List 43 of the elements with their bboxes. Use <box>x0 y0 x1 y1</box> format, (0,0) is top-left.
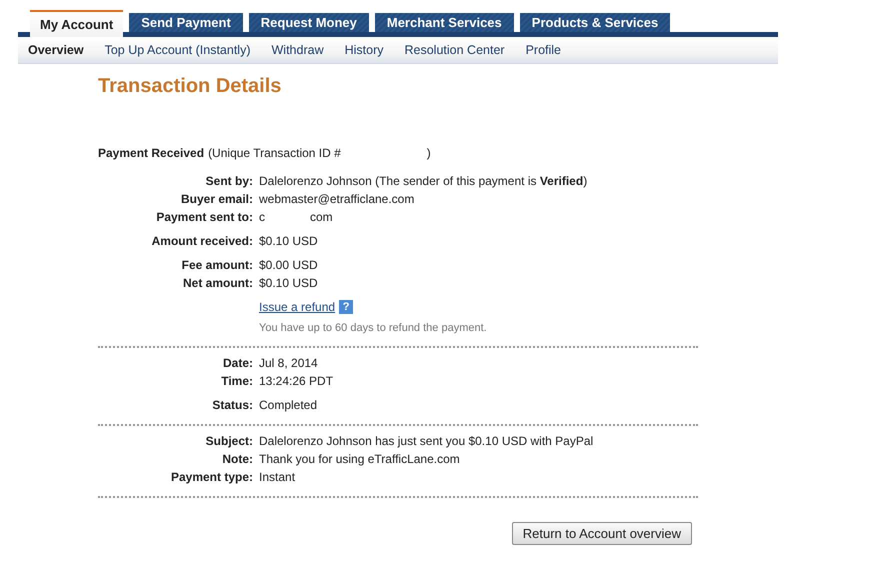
field-value: $0.10 USD <box>259 234 318 248</box>
field-label: Payment type: <box>170 470 254 484</box>
field-label: Payment sent to: <box>155 210 254 224</box>
field-label: Subject: <box>204 434 254 448</box>
field-value: $0.10 USD <box>259 276 318 290</box>
field-value: Completed <box>259 398 318 412</box>
subnav-link[interactable]: Withdraw <box>272 43 324 57</box>
subnav-link[interactable]: Resolution Center <box>404 43 505 57</box>
subnav-link[interactable]: Top Up Account (Instantly) <box>104 43 250 57</box>
field-label: Net amount: <box>182 276 254 290</box>
refund-link[interactable]: Issue a refund <box>259 300 336 314</box>
field-value: 13:24:26 PDT <box>259 374 334 388</box>
field-value: Instant <box>259 470 296 484</box>
field-value: com <box>310 210 333 224</box>
page-title: Transaction Details <box>98 75 282 98</box>
return-button[interactable]: Return to Account overview <box>512 522 692 545</box>
field-value: Jul 8, 2014 <box>259 356 318 370</box>
field-label: Amount received: <box>150 234 254 248</box>
field-label: Fee amount: <box>180 258 254 272</box>
nav-tab[interactable]: Products & Services <box>520 13 670 32</box>
field-value: Thank you for using eTrafficLane.com <box>259 452 460 466</box>
field-value: webmaster@etrafficlane.com <box>259 192 414 206</box>
field-label: Buyer email: <box>180 192 254 206</box>
nav-tab[interactable]: Request Money <box>248 13 369 32</box>
transaction-heading: Payment Received (Unique Transaction ID # <box>98 146 341 160</box>
field-label: Sent by: <box>204 174 254 188</box>
help-icon[interactable]: ? <box>339 300 354 314</box>
field-value: $0.00 USD <box>259 258 318 272</box>
nav-tab[interactable]: Merchant Services <box>374 13 514 32</box>
subnav-link[interactable]: Overview <box>28 43 84 57</box>
subnav-link[interactable]: History <box>344 43 384 57</box>
field-value: Dalelorenzo Johnson has just sent you $0.10 USD with PayPal <box>259 434 594 448</box>
field-label: Date: <box>222 356 254 370</box>
refund-note: You have up to 60 days to refund the payment. <box>259 322 488 334</box>
field-value: c <box>259 210 265 224</box>
nav-tab[interactable]: Send Payment <box>129 13 243 32</box>
field-value: Dalelorenzo Johnson (The sender of this payment is Verified) <box>259 174 588 188</box>
closing-parenthesis: ) <box>426 146 431 160</box>
field-label: Status: <box>211 398 254 412</box>
field-label: Note: <box>221 452 254 466</box>
nav-tab[interactable]: My Account <box>30 10 124 37</box>
field-label: Time: <box>220 374 254 388</box>
subnav-link[interactable]: Profile <box>526 43 561 57</box>
